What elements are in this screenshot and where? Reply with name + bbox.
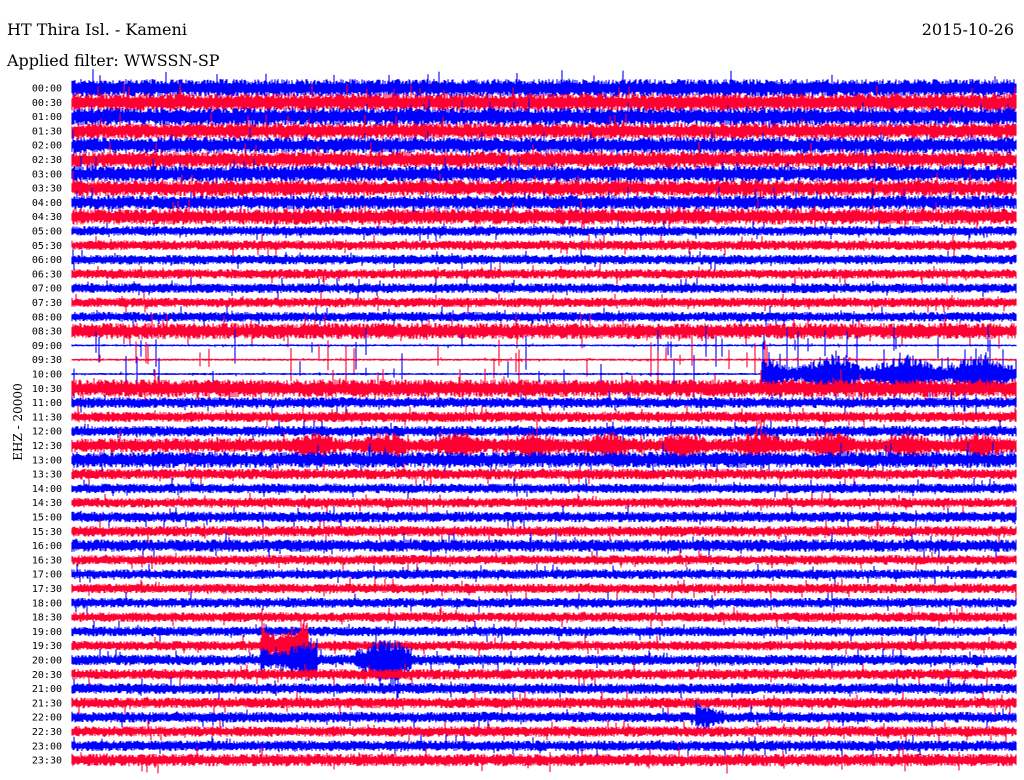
time-tick-label: 16:30 bbox=[32, 555, 62, 566]
trace-row bbox=[71, 620, 1017, 643]
time-tick-label: 20:00 bbox=[32, 656, 62, 667]
time-tick-label: 22:00 bbox=[32, 713, 62, 724]
time-tick-label: 11:00 bbox=[32, 398, 62, 409]
trace-row bbox=[71, 592, 1017, 614]
trace-row bbox=[71, 291, 1017, 314]
time-tick-label: 03:30 bbox=[32, 184, 62, 195]
time-tick-label: 06:00 bbox=[32, 255, 62, 266]
time-tick-label: 08:30 bbox=[32, 327, 62, 338]
trace-row bbox=[71, 563, 1017, 585]
trace-row bbox=[71, 477, 1017, 499]
trace-row bbox=[71, 277, 1017, 299]
time-tick-label: 03:00 bbox=[32, 169, 62, 180]
time-tick-label: 09:30 bbox=[32, 355, 62, 366]
time-tick-label: 14:30 bbox=[32, 498, 62, 509]
time-tick-label: 07:30 bbox=[32, 298, 62, 309]
time-tick-label: 21:30 bbox=[32, 698, 62, 709]
time-tick-label: 21:00 bbox=[32, 684, 62, 695]
time-tick-label: 23:00 bbox=[32, 741, 62, 752]
trace-row bbox=[71, 505, 1017, 529]
time-tick-label: 19:00 bbox=[32, 627, 62, 638]
trace-row bbox=[71, 691, 1017, 715]
time-tick-label: 04:00 bbox=[32, 198, 62, 209]
time-tick-label: 13:30 bbox=[32, 470, 62, 481]
trace-row bbox=[71, 606, 1017, 628]
time-tick-label: 09:00 bbox=[32, 341, 62, 352]
time-tick-label: 15:00 bbox=[32, 513, 62, 524]
trace-row bbox=[71, 306, 1017, 328]
time-tick-label: 22:30 bbox=[32, 727, 62, 738]
time-tick-label: 16:00 bbox=[32, 541, 62, 552]
helicorder-plot: 00:00 00:30 01:00 01:30 02:00 02:30 03:00 03:30… bbox=[32, 69, 1017, 774]
time-tick-label: 02:30 bbox=[32, 155, 62, 166]
time-tick-label: 13:00 bbox=[32, 455, 62, 466]
trace-row bbox=[71, 677, 1017, 701]
time-tick-label: 04:30 bbox=[32, 212, 62, 223]
time-tick-label: 23:30 bbox=[32, 756, 62, 767]
time-tick-label: 14:00 bbox=[32, 484, 62, 495]
trace-row bbox=[71, 234, 1017, 256]
time-tick-label: 00:30 bbox=[32, 98, 62, 109]
time-tick-label: 17:00 bbox=[32, 570, 62, 581]
trace-row bbox=[71, 462, 1017, 486]
trace-row bbox=[71, 492, 1017, 514]
time-tick-label: 17:30 bbox=[32, 584, 62, 595]
trace-row bbox=[71, 220, 1017, 242]
time-tick-label: 05:00 bbox=[32, 227, 62, 238]
time-tick-label: 12:30 bbox=[32, 441, 62, 452]
trace-row bbox=[71, 263, 1017, 285]
time-tick-label: 08:00 bbox=[32, 312, 62, 323]
time-tick-label: 10:30 bbox=[32, 384, 62, 395]
time-tick-label: 06:30 bbox=[32, 269, 62, 280]
trace-row bbox=[71, 249, 1017, 271]
trace-row bbox=[71, 577, 1017, 600]
time-tick-label: 00:00 bbox=[32, 84, 62, 95]
time-tick-label: 18:00 bbox=[32, 598, 62, 609]
time-tick-label: 11:30 bbox=[32, 412, 62, 423]
time-tick-label: 20:30 bbox=[32, 670, 62, 681]
trace-row bbox=[71, 519, 1017, 543]
time-tick-label: 02:00 bbox=[32, 141, 62, 152]
trace-row bbox=[71, 405, 1017, 428]
time-tick-label: 15:30 bbox=[32, 527, 62, 538]
time-tick-label: 19:30 bbox=[32, 641, 62, 652]
trace-row bbox=[71, 531, 1017, 560]
time-tick-label: 07:00 bbox=[32, 284, 62, 295]
time-tick-label: 18:30 bbox=[32, 613, 62, 624]
trace-row bbox=[71, 720, 1017, 743]
time-tick-label: 05:30 bbox=[32, 241, 62, 252]
trace-row bbox=[71, 662, 1017, 687]
trace-row bbox=[71, 734, 1017, 758]
time-tick-label: 01:30 bbox=[32, 126, 62, 137]
time-tick-label: 01:00 bbox=[32, 112, 62, 123]
time-tick-label: 10:00 bbox=[32, 370, 62, 381]
time-tick-label: 12:00 bbox=[32, 427, 62, 438]
